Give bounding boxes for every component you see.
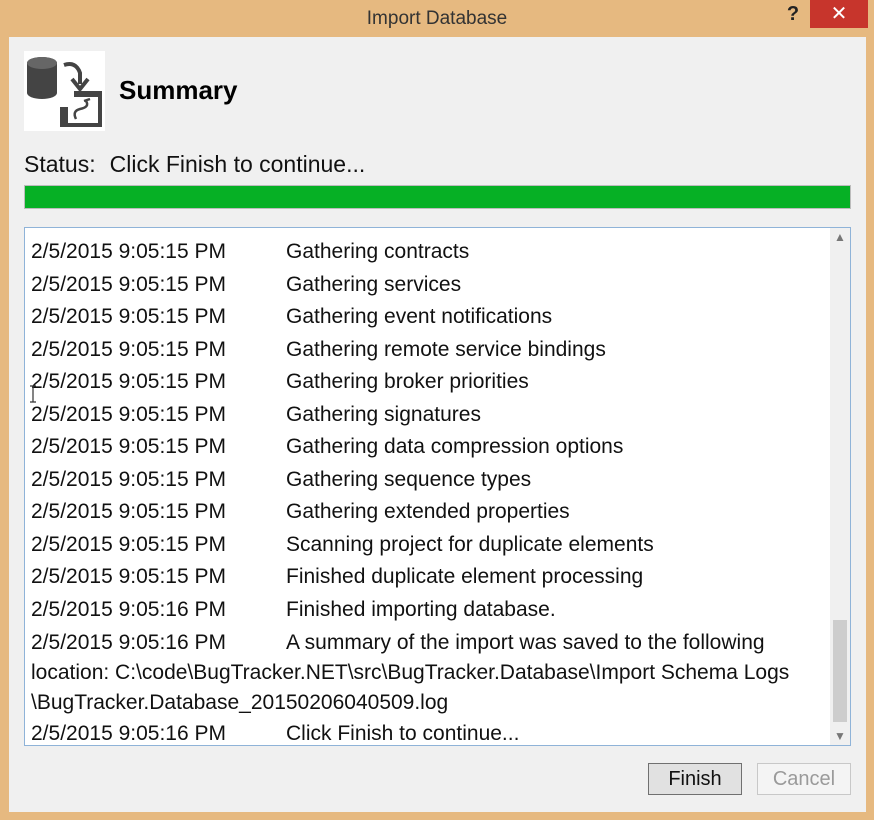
log-message: Gathering contracts: [286, 240, 470, 263]
log-row: 2/5/2015 9:05:15 PM Scanning project for …: [31, 529, 821, 562]
log-row-partial: [31, 228, 821, 236]
log-scrollbar[interactable]: ▲ ▼: [830, 228, 850, 745]
log-message: Gathering broker priorities: [286, 370, 529, 393]
log-row: 2/5/2015 9:05:15 PM Gathering extended pr…: [31, 496, 821, 529]
log-time: 2/5/2015 9:05:16 PM: [31, 631, 226, 654]
log-row: 2/5/2015 9:05:15 PM Gathering contracts: [31, 236, 821, 269]
log-row: 2/5/2015 9:05:16 PM Finished importing da…: [31, 594, 821, 627]
log-message: Gathering signatures: [286, 402, 481, 426]
log-row: 2/5/2015 9:05:15 PM Gathering signatures: [31, 399, 821, 432]
log-row: 2/5/2015 9:05:15 PM Gathering event notif…: [31, 301, 821, 334]
log-row-last: 2/5/2015 9:05:16 PM Click Finish to cont…: [31, 718, 821, 745]
log-time: 2/5/2015 9:05:15 PM: [31, 305, 226, 328]
progress-fill: [25, 186, 850, 208]
log-message: Gathering event notifications: [286, 305, 553, 328]
text-cursor-icon: [30, 385, 36, 403]
log-message: A summary of the import was saved to the…: [286, 631, 765, 654]
log-row-wrapped: 2/5/2015 9:05:16 PM A summary of the imp…: [31, 626, 821, 718]
log-row: 2/5/2015 9:05:15 PM Finished duplicate el…: [31, 561, 821, 594]
log-time: 2/5/2015 9:05:15 PM: [31, 532, 226, 556]
window-title: Import Database: [366, 8, 508, 29]
log-time: 2/5/2015 9:05:15 PM: [31, 240, 226, 263]
log-time: 2/5/2015 9:05:15 PM: [31, 565, 226, 588]
title-bar[interactable]: Import Database ? ✕: [0, 0, 874, 36]
log-time: 2/5/2015 9:05:15 PM: [31, 370, 226, 393]
log-row: 2/5/2015 9:05:15 PM Gathering broker prio…: [31, 366, 821, 399]
status-text: Click Finish to continue...: [109, 151, 366, 177]
log-list[interactable]: 2/5/2015 9:05:15 PM Gathering contracts 2/…: [24, 227, 851, 746]
log-message: Gathering extended properties: [286, 500, 570, 523]
log-message-line3: \BugTracker.Database_20150206040509.log: [31, 691, 449, 714]
log-time: 2/5/2015 9:05:15 PM: [31, 435, 226, 458]
log-message-line2: location: C:\code\BugTracker.NET\src\Bug…: [31, 661, 790, 684]
log-time: 2/5/2015 9:05:15 PM: [31, 467, 226, 491]
log-time: 2/5/2015 9:05:15 PM: [31, 402, 226, 426]
finish-button[interactable]: Finish: [648, 763, 742, 795]
scroll-up-icon[interactable]: ▲: [830, 228, 850, 246]
progress-bar: [24, 185, 851, 209]
log-message: Finished importing database.: [286, 597, 556, 621]
log-message: Scanning project for duplicate elements: [286, 532, 654, 556]
close-icon: ✕: [830, 3, 848, 25]
log-message: Finished duplicate element processing: [286, 565, 644, 588]
log-message: Gathering data compression options: [286, 435, 624, 458]
log-time: 2/5/2015 9:05:16 PM: [31, 722, 226, 745]
log-row: 2/5/2015 9:05:15 PM Gathering data compre…: [31, 431, 821, 464]
log-time: 2/5/2015 9:05:15 PM: [31, 272, 226, 296]
close-button[interactable]: ✕: [810, 0, 868, 28]
log-rows: 2/5/2015 9:05:15 PM Gathering contracts 2/…: [31, 236, 821, 626]
log-content: 2/5/2015 9:05:15 PM Gathering contracts 2/…: [31, 228, 821, 745]
log-time: 2/5/2015 9:05:15 PM: [31, 337, 226, 361]
database-import-icon: [24, 51, 105, 131]
status-label: Status:: [24, 151, 96, 177]
log-time: [31, 228, 286, 236]
cancel-button[interactable]: Cancel: [757, 763, 851, 795]
log-message: Gathering sequence types: [286, 467, 532, 491]
help-button[interactable]: ?: [778, 0, 808, 28]
page-title: Summary: [119, 75, 238, 105]
scroll-down-icon[interactable]: ▼: [830, 727, 850, 745]
log-row: 2/5/2015 9:05:15 PM Gathering services: [31, 269, 821, 302]
log-row: 2/5/2015 9:05:15 PM Gathering remote serv…: [31, 334, 821, 367]
log-row: 2/5/2015 9:05:15 PM Gathering sequence ty…: [31, 464, 821, 497]
log-time: 2/5/2015 9:05:15 PM: [31, 500, 226, 523]
log-message: [286, 228, 821, 236]
log-message: Click Finish to continue...: [286, 722, 520, 745]
log-message: Gathering remote service bindings: [286, 337, 606, 361]
status-line: Status: Click Finish to continue...: [24, 151, 365, 178]
scroll-thumb[interactable]: [833, 620, 847, 722]
log-message: Gathering services: [286, 272, 462, 296]
log-time: 2/5/2015 9:05:16 PM: [31, 597, 226, 621]
dialog-body: Summary Status: Click Finish to continue.…: [9, 37, 866, 812]
